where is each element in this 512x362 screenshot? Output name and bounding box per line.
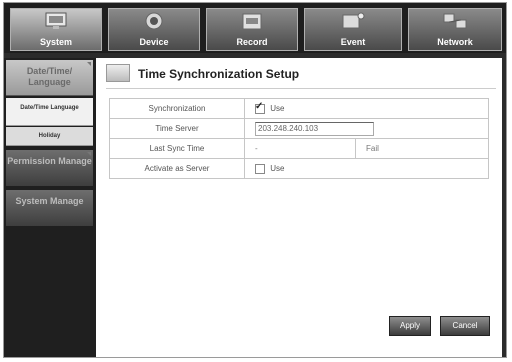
last-sync-status: Fail — [355, 139, 379, 158]
dvr-setup-window: System Device Record Event Network Date/… — [3, 2, 507, 358]
activate-server-label: Activate as Server — [109, 158, 245, 179]
last-sync-label: Last Sync Time — [109, 138, 245, 159]
event-icon — [342, 12, 365, 29]
tab-record-label: Record — [236, 37, 268, 47]
cancel-button[interactable]: Cancel — [440, 316, 490, 336]
tab-event-label: Event — [340, 37, 366, 47]
tab-system-label: System — [39, 37, 73, 47]
activate-server-value: Use — [270, 163, 285, 173]
tab-system[interactable]: System — [10, 8, 102, 51]
corner-triangle-icon — [87, 152, 91, 156]
sidebar: Date/Time/ Language Date/Time Language H… — [4, 58, 96, 357]
synchronization-label: Synchronization — [109, 98, 245, 119]
sidebar-item-system-manage-label: System Manage — [15, 196, 84, 206]
sidebar-subitem-holiday[interactable]: Holiday — [6, 127, 93, 146]
sidebar-subitem-date-time-language-label: Date/Time Language — [20, 105, 79, 111]
clock-settings-icon — [106, 64, 130, 82]
header-divider — [106, 88, 496, 89]
tab-network[interactable]: Network — [408, 8, 502, 51]
camera-icon — [145, 12, 163, 30]
sidebar-subitem-holiday-label: Holiday — [38, 133, 61, 139]
tab-device[interactable]: Device — [108, 8, 200, 51]
activate-server-option[interactable]: Use — [244, 158, 489, 179]
apply-button[interactable]: Apply — [389, 316, 431, 336]
table-row: Synchronization ✓ Use — [109, 98, 489, 119]
sidebar-item-date-time-language[interactable]: Date/Time/ Language — [6, 60, 93, 96]
sidebar-subitem-date-time-language[interactable]: Date/Time Language — [6, 98, 93, 126]
last-sync-value: - — [255, 144, 258, 153]
network-icon — [443, 13, 467, 29]
synchronization-value: Use — [270, 103, 285, 113]
time-server-label: Time Server — [109, 118, 245, 139]
table-row: Activate as Server Use — [109, 158, 489, 179]
activate-server-checkbox[interactable] — [255, 163, 265, 174]
tab-event[interactable]: Event — [304, 8, 402, 51]
table-row: Time Server 203.248.240.103 — [109, 118, 489, 139]
table-row: Last Sync Time - Fail — [109, 138, 489, 159]
tab-record[interactable]: Record — [206, 8, 298, 51]
synchronization-checkbox[interactable]: ✓ — [255, 100, 265, 114]
sidebar-item-permission-manage[interactable]: Permission Manage — [6, 150, 93, 186]
top-menu-bar: System Device Record Event Network — [4, 3, 506, 53]
monitor-icon — [45, 12, 67, 31]
page-title: Time Synchronization Setup — [138, 67, 300, 81]
sidebar-item-permission-manage-label: Permission Manage — [7, 156, 92, 166]
corner-triangle-icon — [87, 62, 91, 66]
checkmark-icon: ✓ — [255, 100, 264, 112]
sidebar-item-system-manage[interactable]: System Manage — [6, 190, 93, 226]
settings-table: Synchronization ✓ Use Time Server 203.24… — [109, 98, 489, 179]
record-icon — [242, 13, 262, 30]
settings-panel: Time Synchronization Setup Synchronizati… — [96, 58, 502, 357]
sidebar-item-date-time-language-label: Date/Time/ Language — [26, 66, 73, 87]
tab-network-label: Network — [437, 37, 473, 47]
tab-device-label: Device — [139, 37, 169, 47]
synchronization-option[interactable]: ✓ Use — [244, 98, 489, 119]
time-server-input[interactable]: 203.248.240.103 — [255, 121, 374, 136]
